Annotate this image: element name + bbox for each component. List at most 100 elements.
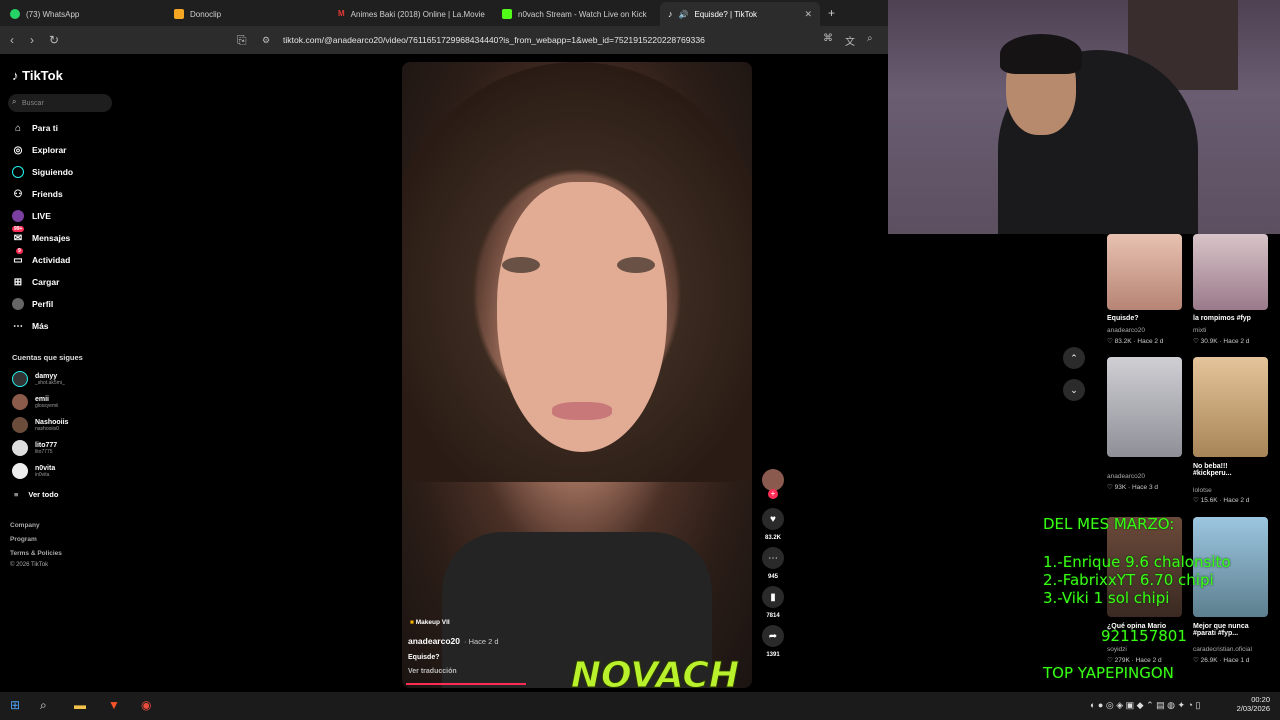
see-all-link[interactable]: ≡ Ver todo (14, 490, 58, 499)
like-button[interactable]: ♥ (762, 508, 784, 530)
bookmark-icon: ▮ (770, 591, 776, 603)
thumbnail-stats: ♡ 279K · Hace 2 d (1107, 656, 1162, 664)
follow-plus-icon[interactable]: + (768, 489, 778, 499)
nav-para-ti[interactable]: ⌂ Para ti (12, 121, 58, 135)
share-button[interactable]: ➦ (762, 625, 784, 647)
bookmark-icon[interactable]: ⎘ (237, 33, 247, 48)
webcam-person-hair (1000, 34, 1082, 74)
overlay-title: DEL MES MARZO: (1043, 515, 1175, 533)
thumbnail[interactable] (1193, 357, 1268, 457)
live-icon (12, 210, 24, 222)
video-frame-eye (617, 257, 655, 273)
tab-label: n0vach Stream - Watch Live on Kick (518, 9, 647, 19)
friends-icon: ⚇ (13, 188, 23, 200)
nav-mensajes[interactable]: ✉ 99+ Mensajes (12, 226, 70, 245)
more-icon: ⋯ (13, 320, 23, 332)
back-icon[interactable]: ‹ (10, 33, 14, 47)
tab-lamovie[interactable]: M Animes Baki (2018) Online | La.Movie (330, 2, 496, 26)
thumbnail[interactable] (1107, 234, 1182, 310)
tab-donoclip[interactable]: Donoclip (166, 2, 326, 26)
music-label: Makeup VII (415, 619, 450, 626)
heart-icon: ♡ (1107, 484, 1115, 491)
account-handle: in0vita (35, 471, 50, 478)
overlay-line: 3.-Viki 1 sol chipi (1043, 589, 1170, 607)
novach-logo: NOVACH (570, 655, 740, 697)
save-button[interactable]: ▮ (762, 586, 784, 608)
like-count: 83.2K (764, 535, 781, 541)
clock-date: 2/03/2026 (1236, 704, 1270, 713)
author-name: anadearco20 (408, 636, 460, 646)
search-icon[interactable]: ⌕ (40, 698, 47, 713)
footer-link[interactable]: Program (10, 536, 37, 543)
nav-label: Actividad (32, 255, 71, 265)
new-tab-button[interactable]: + (828, 6, 835, 20)
footer-link[interactable]: Company (10, 522, 40, 529)
nav-cargar[interactable]: ⊞ Cargar (12, 275, 60, 289)
search-icon: ⌕ (12, 97, 17, 106)
following-account[interactable]: emii glossyemii (12, 393, 58, 411)
comment-button[interactable]: ⋯ (762, 547, 784, 569)
tray-icons[interactable]: ◐ ● ◎ ◈ ▣ ◆ ⌃ ▤ ◍ ✦ ◔ ▯ (1090, 700, 1200, 711)
search-input[interactable]: ⌕ Buscar (8, 94, 112, 112)
scroll-up-button[interactable]: ⌃ (1063, 347, 1085, 369)
zoom-icon[interactable]: ⌕ (867, 33, 873, 44)
following-account[interactable]: damyy _shot.ak5mi_ (12, 370, 65, 388)
stats-text: 93K · Hace 3 d (1114, 484, 1158, 491)
tab-whatsapp[interactable]: (73) WhatsApp (2, 2, 162, 26)
video-author[interactable]: anadearco20 · Hace 2 d (408, 636, 499, 646)
reload-icon[interactable]: ↻ (49, 33, 59, 47)
following-account[interactable]: lito777 lito7775 (12, 439, 57, 457)
site-info-icon[interactable]: ⚙ (262, 35, 270, 46)
close-tab-icon[interactable]: ✕ (804, 9, 812, 20)
nav-siguiendo[interactable]: Siguiendo (12, 165, 73, 179)
scroll-down-button[interactable]: ⌄ (1063, 379, 1085, 401)
thumbnail-stats: ♡ 93K · Hace 3 d (1107, 483, 1158, 491)
thumbnail-stats: ♡ 30.9K · Hace 2 d (1193, 337, 1249, 345)
avatar (12, 417, 28, 433)
following-account[interactable]: n0vita in0vita (12, 462, 55, 480)
thumbnail[interactable] (1193, 234, 1268, 310)
music-tag[interactable]: ■ Makeup VII (410, 619, 450, 626)
comment-icon: ⋯ (768, 552, 778, 564)
share-icon: ➦ (768, 630, 778, 642)
activity-badge: 9 (16, 248, 23, 254)
comment-count: 945 (767, 574, 778, 580)
video-progress-bar[interactable] (406, 683, 526, 685)
translate-link[interactable]: Ver traducción (408, 668, 457, 675)
search-placeholder: Buscar (22, 99, 44, 107)
nav-live[interactable]: LIVE (12, 209, 51, 223)
file-explorer-icon[interactable]: ▬ (74, 698, 86, 712)
thumbnail-stats: ♡ 26.9K · Hace 1 d (1193, 656, 1249, 664)
obs-icon[interactable]: ◉ (141, 698, 151, 712)
account-name: Nashooiis (35, 418, 69, 426)
windows-start-icon[interactable]: ⊞ (10, 698, 20, 712)
video-player[interactable] (402, 62, 752, 688)
save-count: 7814 (766, 613, 780, 619)
url-field[interactable]: tiktok.com/@anadearco20/video/7611651729… (283, 35, 705, 45)
nav-mas[interactable]: ⋯ Más (12, 319, 49, 333)
following-icon (12, 166, 24, 178)
brave-browser-icon[interactable]: ▼ (108, 698, 120, 712)
nav-explorar[interactable]: ◎ Explorar (12, 143, 67, 157)
forward-icon[interactable]: › (30, 33, 34, 47)
system-clock[interactable]: 00:20 2/03/2026 (1237, 695, 1270, 713)
whatsapp-icon (10, 9, 20, 19)
tiktok-logo[interactable]: ♪ TikTok (12, 68, 63, 83)
thumbnail[interactable] (1107, 357, 1182, 457)
nav-actividad[interactable]: ▭ 9 Actividad (12, 248, 71, 267)
nav-perfil[interactable]: Perfil (12, 297, 53, 311)
following-account[interactable]: Nashooiis nashooiis0 (12, 416, 68, 434)
reader-icon[interactable]: ⌘ (823, 33, 833, 44)
browser-tab-bar: (73) WhatsApp Donoclip M Animes Baki (20… (0, 0, 888, 26)
tab-label: Equisde? | TikTok (694, 9, 758, 19)
nav-friends[interactable]: ⚇ Friends (12, 187, 63, 201)
avatar (12, 394, 28, 410)
translate-icon[interactable]: 文 (845, 33, 855, 48)
nav-label: LIVE (32, 211, 51, 221)
tab-tiktok[interactable]: ♪ 🔊 Equisde? | TikTok ✕ (660, 2, 820, 26)
heart-icon: ♡ (1193, 497, 1201, 504)
tab-kick[interactable]: n0vach Stream - Watch Live on Kick (494, 2, 660, 26)
footer-link[interactable]: Terms & Policies (10, 550, 62, 557)
author-avatar[interactable] (762, 469, 784, 491)
overlay-line: 2.-FabrixxYT 6.70 chipi (1043, 571, 1214, 589)
